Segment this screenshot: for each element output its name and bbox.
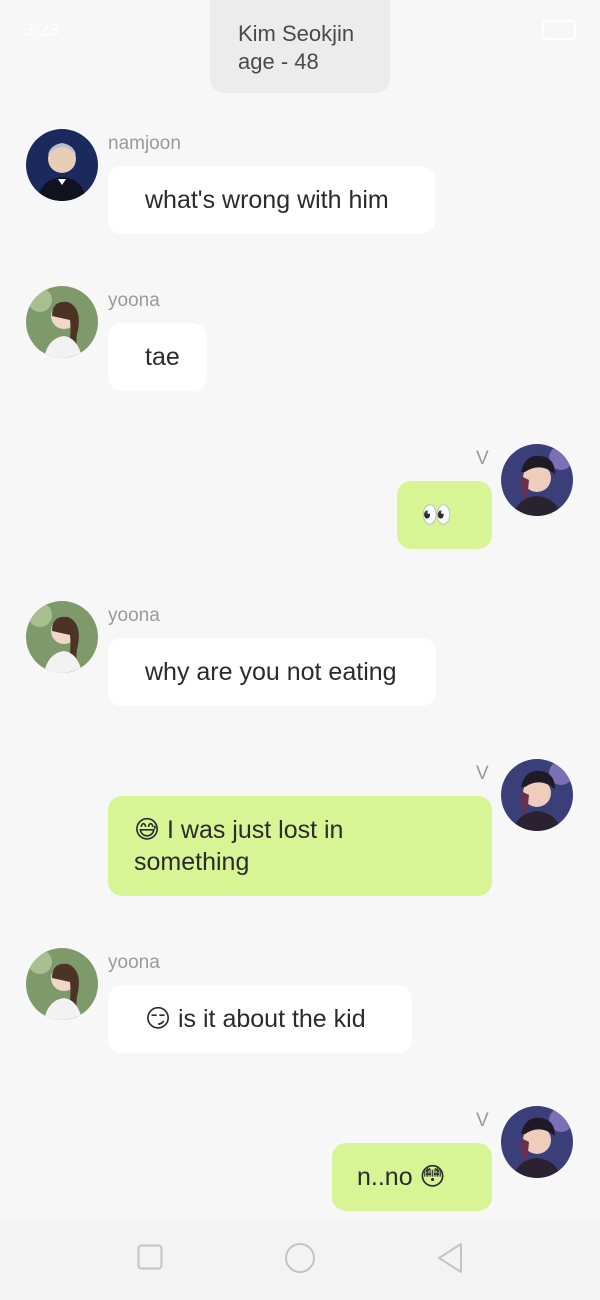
avatar-v[interactable] [501,444,573,516]
avatar-yoona[interactable] [26,948,98,1020]
message-bubble[interactable]: 👀 [397,481,492,549]
avatar-yoona[interactable] [26,286,98,358]
sender-label: V [476,448,489,469]
message-bubble[interactable]: 😅 I was just lost in something [108,796,492,896]
back-triangle-icon[interactable] [436,1242,464,1274]
square-icon[interactable] [137,1244,163,1270]
system-nav-bar [0,1220,600,1300]
message-bubble[interactable]: tae [108,323,207,391]
sender-label: V [476,763,489,784]
message-bubble[interactable]: 😏 is it about the kid [108,985,412,1053]
message-bubble[interactable]: what's wrong with him [108,166,435,234]
sender-label: V [476,1110,489,1131]
avatar-v[interactable] [501,759,573,831]
circle-icon[interactable] [284,1242,316,1274]
message-bubble[interactable]: n..no 😳 [332,1143,492,1211]
avatar-yoona[interactable] [26,601,98,673]
sender-label: yoona [108,952,160,973]
sender-label: namjoon [108,133,181,154]
sender-label: yoona [108,605,160,626]
sender-label: yoona [108,290,160,311]
message-list[interactable]: namjoon what's wrong with him yoona tae … [0,0,600,1220]
avatar-v[interactable] [501,1106,573,1178]
avatar-namjoon[interactable] [26,129,98,201]
message-bubble[interactable]: why are you not eating [108,638,436,706]
